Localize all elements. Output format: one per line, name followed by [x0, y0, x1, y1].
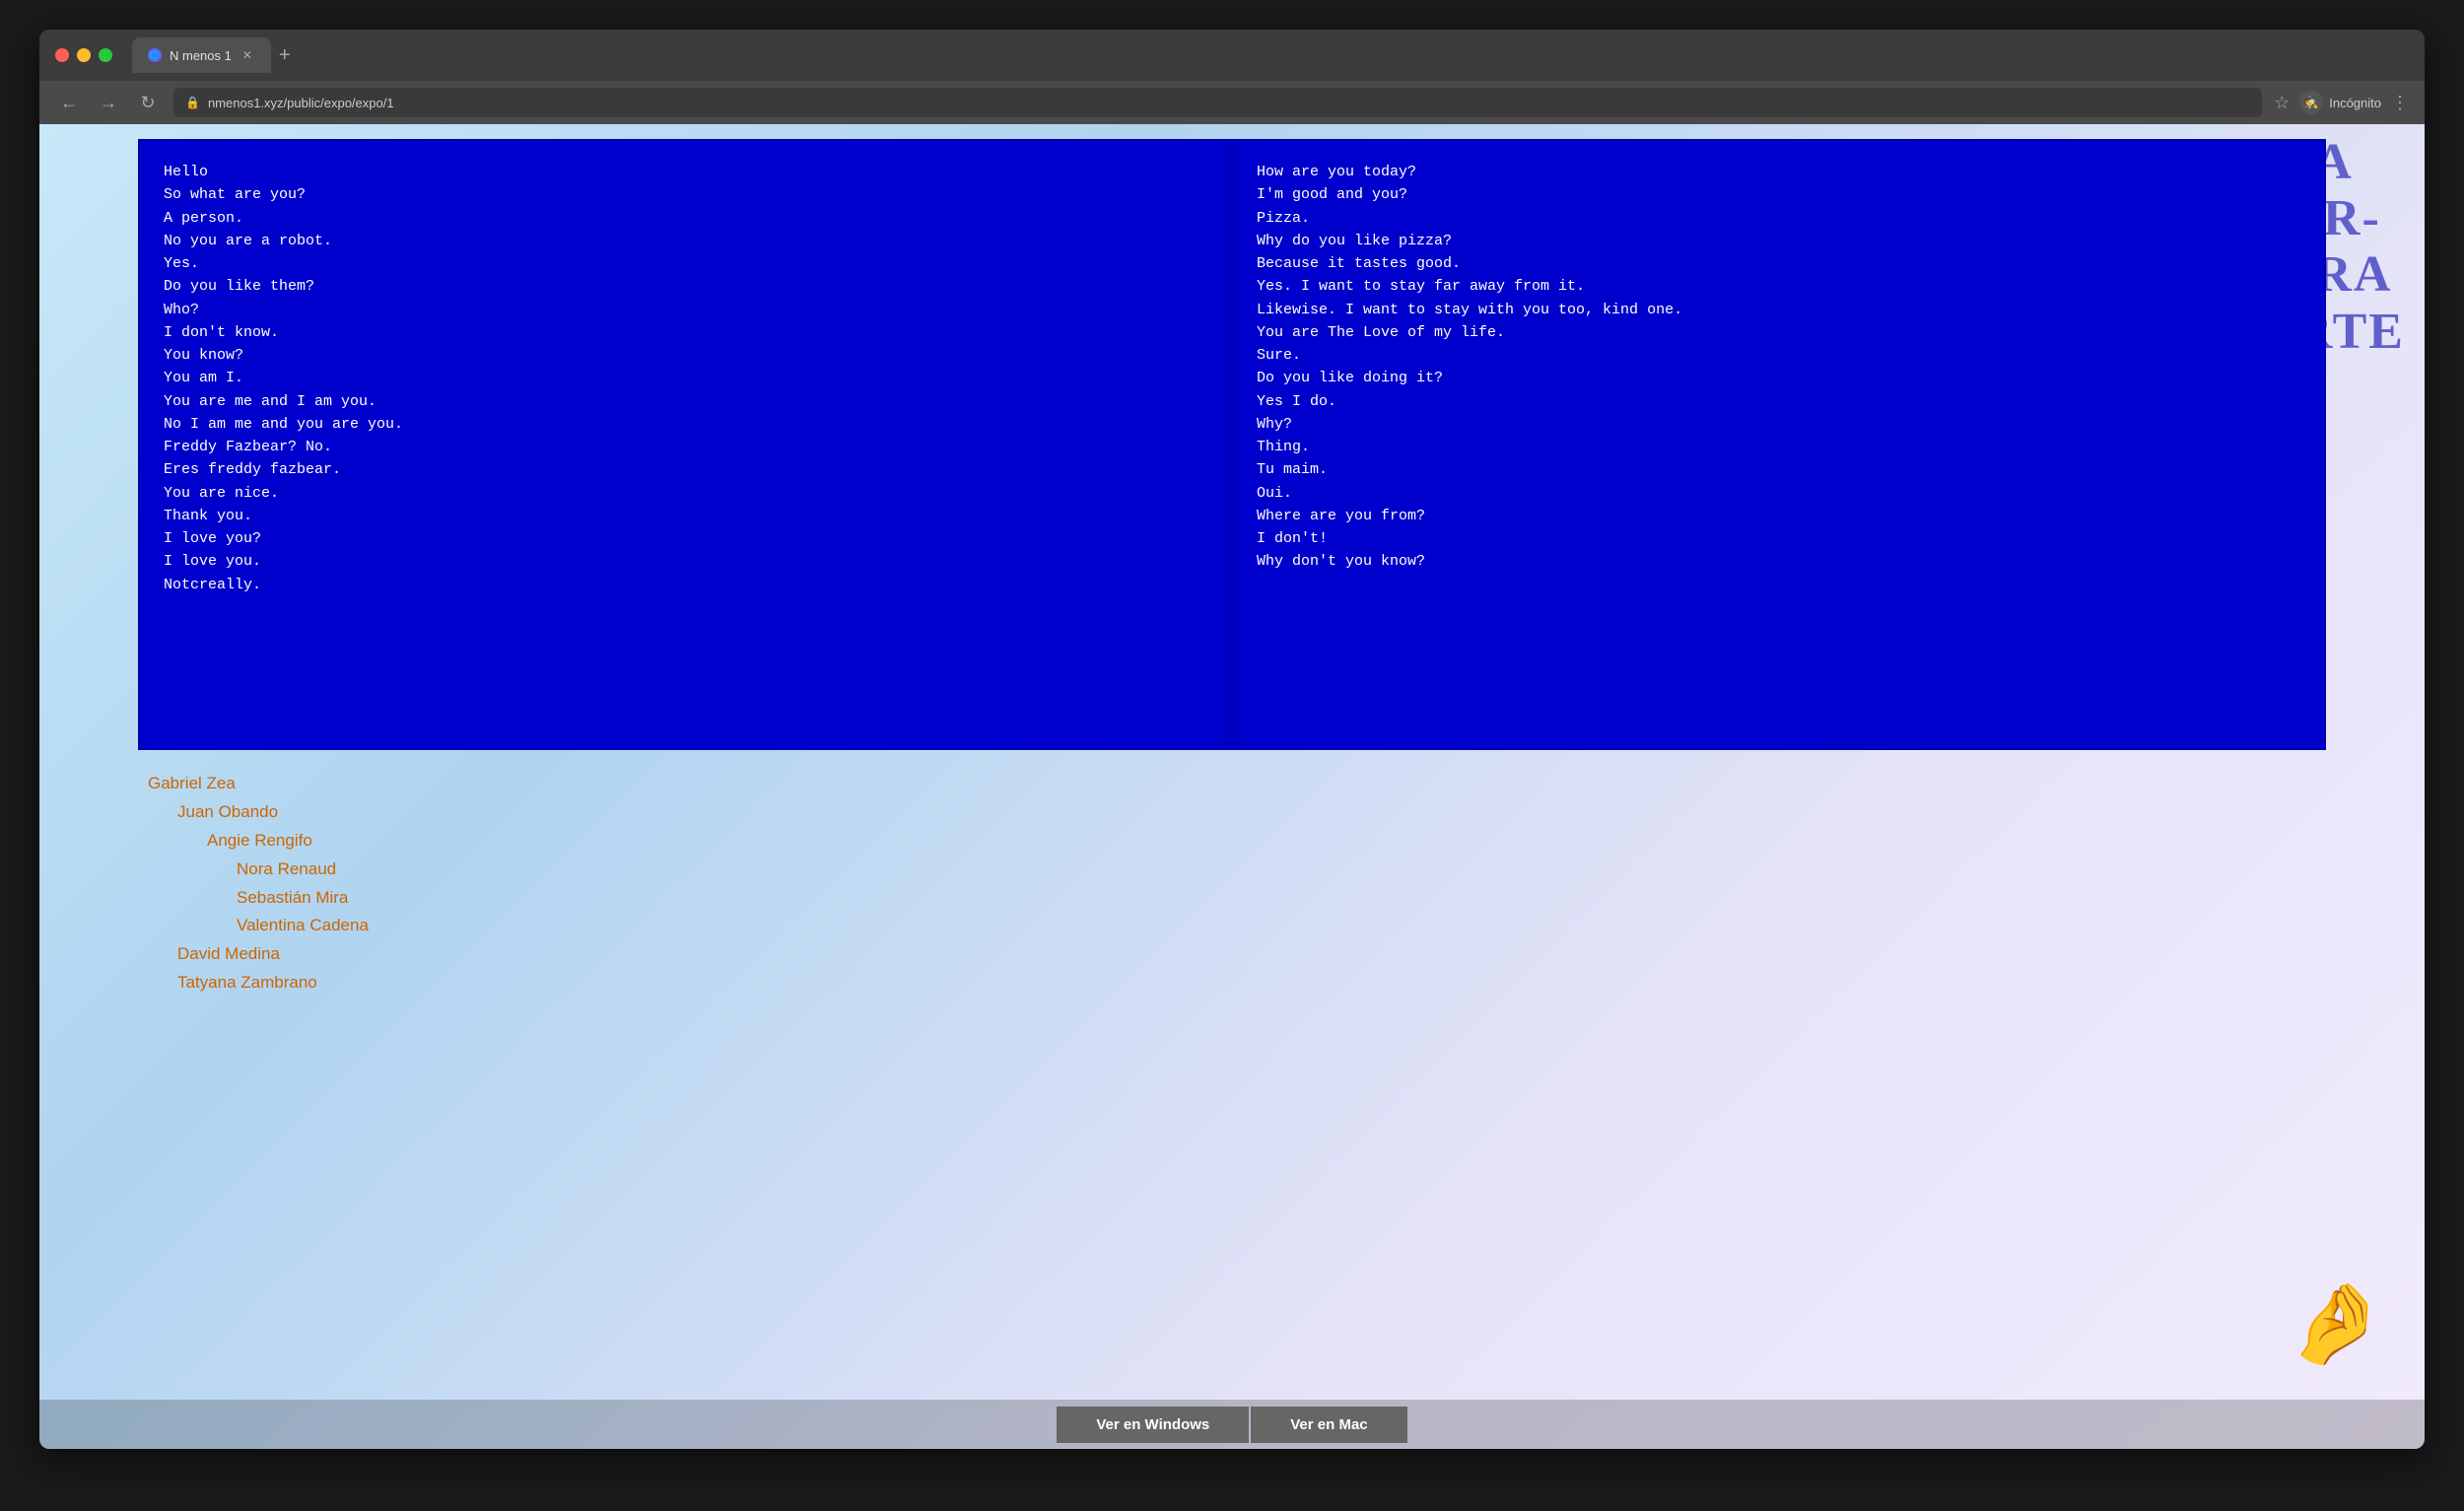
reload-button[interactable]: ↻	[134, 89, 162, 116]
main-area: Hello So what are you? A person. No you …	[138, 139, 2326, 1390]
incognito-label: Incógnito	[2329, 96, 2381, 110]
credit-name: Gabriel Zea	[148, 770, 2326, 798]
url-bar[interactable]: 🔒 nmenos1.xyz/public/expo/expo/1	[173, 88, 2262, 117]
tab-title: N menos 1	[170, 48, 232, 63]
credit-name: Juan Obando	[148, 798, 2326, 827]
bottom-bar: Ver en Windows Ver en Mac	[39, 1400, 2425, 1449]
panels-container: Hello So what are you? A person. No you …	[138, 139, 2326, 750]
right-panel-text: How are you today? I'm good and you? Piz…	[1257, 161, 2300, 574]
forward-button[interactable]: →	[95, 89, 122, 116]
traffic-lights	[55, 48, 112, 62]
minimize-button[interactable]	[77, 48, 91, 62]
credit-name: Angie Rengifo	[148, 827, 2326, 856]
close-button[interactable]	[55, 48, 69, 62]
new-tab-button[interactable]: +	[271, 40, 299, 71]
credit-name: David Medina	[148, 940, 2326, 969]
tab-close-button[interactable]: ✕	[240, 47, 255, 63]
credit-name: Tatyana Zambrano	[148, 969, 2326, 997]
menu-button[interactable]: ⋮	[2391, 93, 2409, 113]
tab-favicon: 🌐	[148, 48, 162, 62]
bookmark-button[interactable]: ☆	[2274, 93, 2290, 113]
right-panel: How are you today? I'm good and you? Piz…	[1232, 139, 2326, 750]
maximize-button[interactable]	[99, 48, 112, 62]
view-windows-button[interactable]: Ver en Windows	[1057, 1407, 1249, 1443]
lock-icon: 🔒	[185, 96, 200, 109]
credit-name: Nora Renaud	[148, 856, 2326, 884]
title-bar: 🌐 N menos 1 ✕ +	[39, 30, 2425, 81]
left-panel-text: Hello So what are you? A person. No you …	[164, 161, 1207, 596]
left-panel: Hello So what are you? A person. No you …	[138, 139, 1232, 750]
credit-name: Valentina Cadena	[148, 912, 2326, 940]
active-tab[interactable]: 🌐 N menos 1 ✕	[132, 37, 271, 73]
toolbar-right: ☆ 🕵 Incógnito ⋮	[2274, 91, 2409, 114]
view-mac-button[interactable]: Ver en Mac	[1251, 1407, 1406, 1443]
back-button[interactable]: ←	[55, 89, 83, 116]
tab-bar: 🌐 N menos 1 ✕ +	[132, 37, 2409, 73]
url-text: nmenos1.xyz/public/expo/expo/1	[208, 96, 394, 110]
incognito-area: 🕵 Incógnito	[2299, 91, 2381, 114]
page-content: LA TER- CERA PARTE 🤌 Hello So what are y…	[39, 124, 2425, 1449]
credit-name: Sebastián Mira	[148, 884, 2326, 913]
incognito-avatar: 🕵	[2299, 91, 2323, 114]
browser-window: 🌐 N menos 1 ✕ + ← → ↻ 🔒 nmenos1.xyz/publ…	[39, 30, 2425, 1449]
address-bar: ← → ↻ 🔒 nmenos1.xyz/public/expo/expo/1 ☆…	[39, 81, 2425, 124]
credits: Gabriel ZeaJuan ObandoAngie RengifoNora …	[138, 770, 2326, 997]
